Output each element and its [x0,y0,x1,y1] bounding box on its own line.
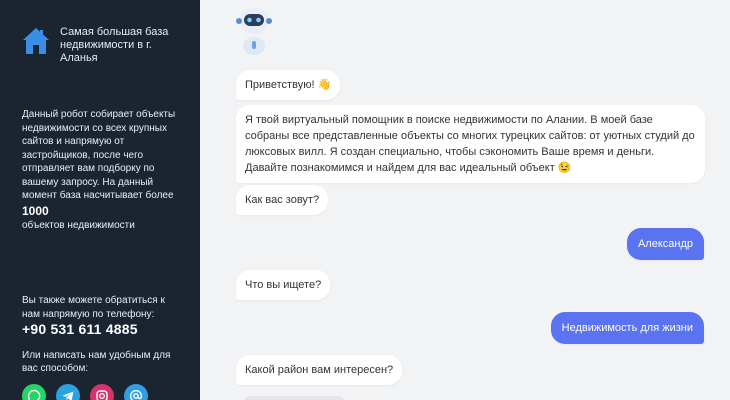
brand: Самая большая база недвижимости в г. Ала… [22,26,172,65]
contact-block: Вы также можете обратиться к нам напряму… [22,294,182,376]
telegram-icon[interactable] [56,384,80,400]
whatsapp-icon[interactable] [22,384,46,400]
robot-avatar-icon [236,8,272,55]
social-links [22,384,148,400]
option-placeholder[interactable] [244,396,344,400]
bot-message: Что вы ищете? [236,270,331,300]
bot-message: Как вас зовут? [236,185,329,215]
bot-description: Данный робот собирает объекты недвижимос… [22,108,182,232]
sidebar: Самая большая база недвижимости в г. Ала… [0,0,200,400]
email-icon[interactable] [124,384,148,400]
bot-message: Приветствую! 👋 [236,70,341,100]
user-message: Недвижимость для жизни [550,312,704,344]
brand-title: Самая большая база недвижимости в г. Ала… [60,26,169,64]
user-message: Александр [626,228,704,260]
bot-message: Я твой виртуальный помощник в поиске нед… [236,105,705,183]
contact-text: Вы также можете обратиться к нам напряму… [22,295,165,320]
write-text: Или написать нам удобным для вас способо… [22,349,171,375]
object-count-label: объектов недвижимости [22,219,135,231]
instagram-icon[interactable] [90,384,114,400]
chat-area: Приветствую! 👋 Я твой виртуальный помощн… [200,0,730,400]
phone-number[interactable]: +90 531 611 4885 [22,322,182,337]
bot-message: Какой район вам интересен? [236,355,403,385]
description-text: Данный робот собирает объекты недвижимос… [22,109,176,201]
house-icon [23,28,49,54]
object-count: 1000 [22,203,49,218]
